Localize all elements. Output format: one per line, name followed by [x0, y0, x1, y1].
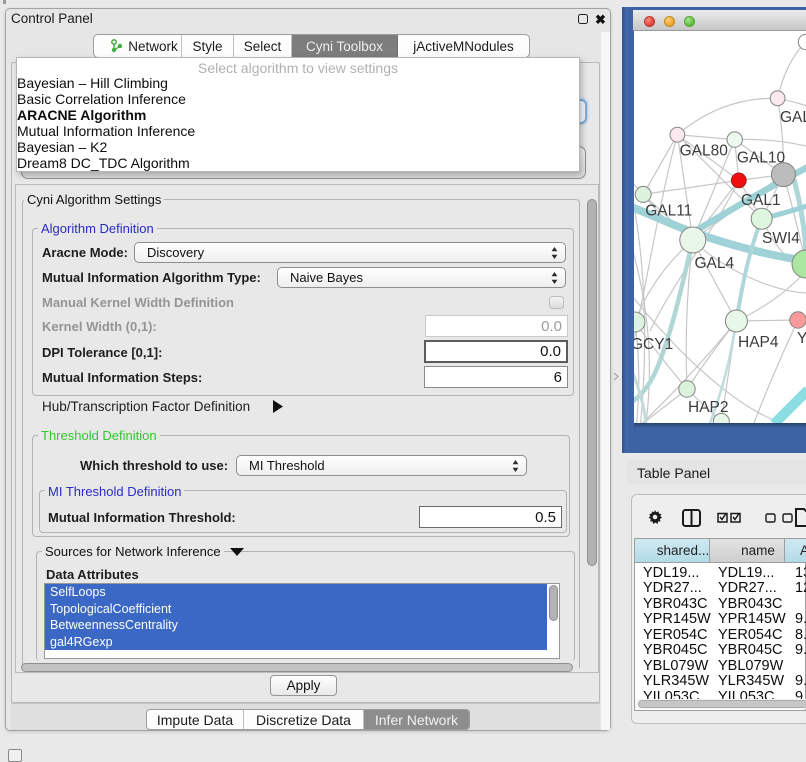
svg-text:Y: Y — [797, 330, 806, 347]
svg-text:GAL10: GAL10 — [737, 150, 786, 167]
svg-text:GAL4: GAL4 — [695, 255, 735, 272]
svg-text:SWI4: SWI4 — [762, 230, 800, 247]
svg-text:HAP4: HAP4 — [738, 334, 779, 351]
svg-text:GAL: GAL — [780, 109, 806, 126]
svg-text:GCY1: GCY1 — [634, 336, 673, 353]
svg-text:HAP2: HAP2 — [688, 399, 729, 416]
svg-text:GAL1: GAL1 — [741, 192, 781, 209]
svg-text:GAL11: GAL11 — [645, 203, 692, 220]
svg-text:GAL80: GAL80 — [680, 142, 729, 159]
